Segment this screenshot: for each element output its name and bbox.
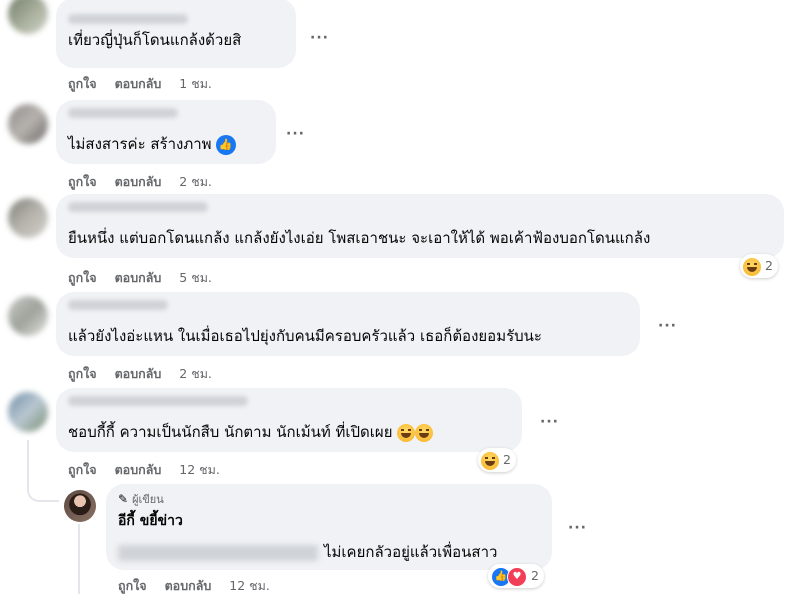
comment-bubble: ยืนหนึ่ง แต่บอกโดนแกล้ง แกล้งยังไงเอ่ย โ… — [56, 194, 784, 258]
like-button[interactable]: ถูกใจ — [68, 76, 97, 91]
comment-text: เที่ยวญี่ปุ่นก็โดนแกล้งด้วยสิ — [68, 31, 242, 49]
reply-text: ไม่เคยกลัวอยู่แล้วเพื่อนสาว — [324, 543, 498, 561]
reaction-summary[interactable]: 👍 ♥ 2 — [488, 564, 544, 588]
like-icon: 👍 — [215, 134, 236, 155]
reply-avatar[interactable] — [64, 490, 96, 522]
more-options-button[interactable]: ··· — [310, 30, 329, 46]
comment-actions: ถูกใจ ตอบกลับ 2 ชม. — [68, 172, 226, 192]
like-button[interactable]: ถูกใจ — [68, 462, 97, 477]
love-icon: ♥ — [507, 566, 527, 587]
author-name-blurred[interactable] — [68, 202, 208, 212]
avatar[interactable] — [8, 392, 48, 432]
reply-bubble: ✎ ผู้เขียน อีกี้ ขยี้ข่าว ไม่เคยกลัวอยู่… — [106, 484, 552, 570]
comment-text: แล้วยังไงอ่ะแหน ในเมื่อเธอไปยุ่งกับคนมีค… — [68, 327, 542, 345]
pencil-icon: ✎ — [118, 492, 129, 506]
author-name-blurred[interactable] — [68, 14, 188, 24]
author-badge: ✎ ผู้เขียน — [118, 492, 164, 506]
haha-icon — [481, 451, 499, 470]
more-options-button[interactable]: ··· — [286, 126, 305, 142]
more-options-button[interactable]: ··· — [540, 414, 559, 430]
author-name-blurred[interactable] — [68, 108, 178, 118]
timestamp[interactable]: 2 ชม. — [179, 366, 212, 381]
comment-text: ชอบกี้กี้ ความเป็นนักสืบ นักตาม นักเม้นท… — [68, 423, 393, 441]
comment-actions: ถูกใจ ตอบกลับ 1 ชม. — [68, 74, 226, 94]
timestamp[interactable]: 12 ชม. — [179, 462, 220, 477]
timestamp[interactable]: 12 ชม. — [229, 578, 270, 593]
timestamp[interactable]: 5 ชม. — [179, 270, 212, 285]
haha-icon — [743, 257, 761, 276]
comment-text: ยืนหนึ่ง แต่บอกโดนแกล้ง แกล้งยังไงเอ่ย โ… — [68, 229, 651, 247]
comment-bubble: ชอบกี้กี้ ความเป็นนักสืบ นักตาม นักเม้นท… — [56, 388, 522, 452]
comment-bubble: แล้วยังไงอ่ะแหน ในเมื่อเธอไปยุ่งกับคนมีค… — [56, 292, 640, 356]
comment-text: ไม่สงสารค่ะ สร้างภาพ — [68, 135, 212, 153]
comment-actions: ถูกใจ ตอบกลับ 12 ชม. — [68, 460, 234, 480]
comment-bubble: ไม่สงสารค่ะ สร้างภาพ 👍 — [56, 100, 276, 164]
reply-button[interactable]: ตอบกลับ — [165, 578, 212, 593]
more-options-button[interactable]: ··· — [658, 318, 677, 334]
reply-button[interactable]: ตอบกลับ — [115, 270, 162, 285]
avatar[interactable] — [8, 104, 48, 144]
thread-connector — [78, 524, 80, 594]
author-name-blurred[interactable] — [68, 300, 168, 310]
comment-bubble: เที่ยวญี่ปุ่นก็โดนแกล้งด้วยสิ — [56, 0, 296, 68]
reply-button[interactable]: ตอบกลับ — [115, 366, 162, 381]
reaction-count: 2 — [764, 258, 773, 273]
like-button[interactable]: ถูกใจ — [68, 174, 97, 189]
laugh-emoji-icon — [415, 423, 434, 442]
reply-author-name[interactable]: อีกี้ ขยี้ข่าว — [118, 510, 540, 532]
author-name-blurred[interactable] — [68, 396, 248, 406]
reaction-summary[interactable]: 2 — [740, 254, 778, 278]
reaction-count: 2 — [530, 568, 539, 583]
comment-actions: ถูกใจ ตอบกลับ 5 ชม. — [68, 268, 226, 288]
reply-button[interactable]: ตอบกลับ — [115, 76, 162, 91]
reply-actions: ถูกใจ ตอบกลับ 12 ชม. — [118, 576, 284, 596]
comment-actions: ถูกใจ ตอบกลับ 2 ชม. — [68, 364, 226, 384]
reaction-count: 2 — [502, 452, 511, 467]
avatar[interactable] — [8, 198, 48, 238]
grin-emoji-icon — [397, 423, 416, 442]
reaction-summary[interactable]: 2 — [478, 448, 516, 472]
like-button[interactable]: ถูกใจ — [68, 366, 97, 381]
like-button[interactable]: ถูกใจ — [68, 270, 97, 285]
avatar[interactable] — [8, 296, 48, 336]
timestamp[interactable]: 1 ชม. — [179, 76, 212, 91]
thread-connector — [27, 440, 59, 502]
reply-button[interactable]: ตอบกลับ — [115, 462, 162, 477]
avatar[interactable] — [8, 0, 48, 34]
timestamp[interactable]: 2 ชม. — [179, 174, 212, 189]
mention-blurred[interactable] — [118, 544, 318, 561]
reply-button[interactable]: ตอบกลับ — [115, 174, 162, 189]
more-options-button[interactable]: ··· — [568, 520, 587, 536]
like-button[interactable]: ถูกใจ — [118, 578, 147, 593]
